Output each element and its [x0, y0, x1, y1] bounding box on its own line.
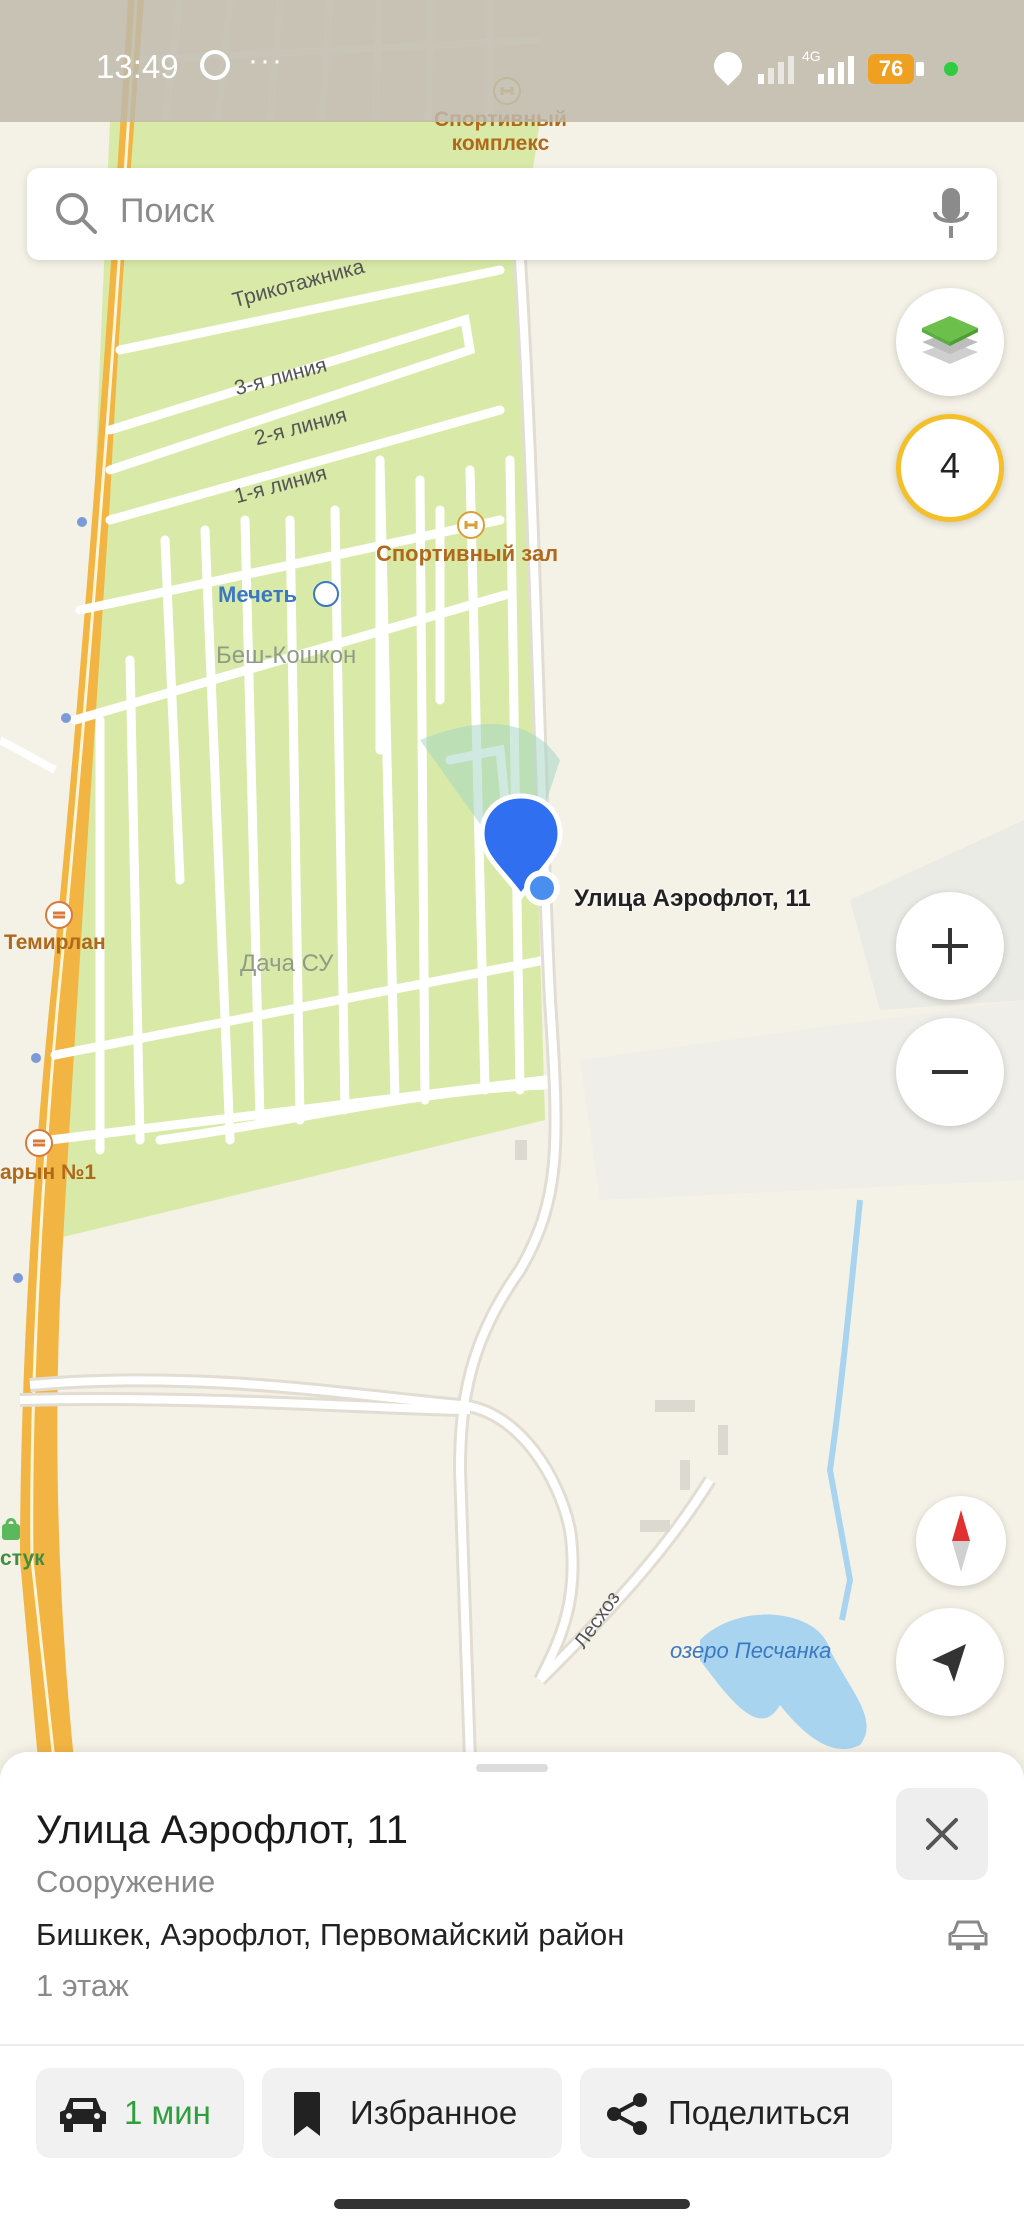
- place-category: Сооружение: [36, 1864, 216, 1899]
- traffic-level-button[interactable]: 4: [896, 414, 1004, 522]
- close-icon: [926, 1818, 958, 1850]
- microphone-icon[interactable]: [931, 186, 971, 242]
- search-icon: [56, 193, 97, 234]
- favorite-label: Избранное: [350, 2094, 518, 2131]
- zoom-out-button[interactable]: [896, 1018, 1004, 1126]
- gym-icon: [457, 511, 485, 539]
- battery-indicator: 76: [868, 54, 914, 84]
- restaurant-icon: [45, 901, 73, 929]
- search-input[interactable]: Поиск: [120, 192, 214, 231]
- location-status-icon: [708, 46, 748, 86]
- bookmark-icon: [294, 2092, 320, 2136]
- close-button[interactable]: [896, 1788, 988, 1880]
- status-time: 13:49: [96, 48, 179, 85]
- signal-icon: [818, 56, 854, 84]
- temirlan-label[interactable]: Темирлан: [4, 931, 106, 955]
- home-indicator[interactable]: [334, 2199, 690, 2209]
- battery-cap: [916, 62, 924, 76]
- lake-label[interactable]: озеро Песчанка: [670, 1638, 831, 1664]
- selected-pin-label[interactable]: Улица Аэрофлот, 11: [574, 885, 811, 913]
- minus-icon: [932, 1070, 968, 1074]
- compass-button[interactable]: [916, 1496, 1006, 1586]
- my-location-button[interactable]: [896, 1608, 1004, 1716]
- search-bar[interactable]: Поиск: [27, 168, 997, 260]
- restaurant-icon: [25, 1129, 53, 1157]
- favorite-button[interactable]: Избранное: [262, 2068, 562, 2158]
- navigation-arrow-icon: [932, 1644, 966, 1682]
- share-icon: [607, 2093, 647, 2135]
- sheet-drag-handle[interactable]: [476, 1764, 548, 1772]
- dacha-label: Дача СУ: [240, 950, 334, 977]
- mosque-icon: [313, 581, 339, 607]
- shop-icon: [2, 1518, 20, 1540]
- user-location-dot: [524, 870, 560, 906]
- district-label: Беш-Кошкон: [216, 642, 357, 669]
- plus-icon: [932, 928, 968, 964]
- rest-place-label[interactable]: арын №1: [0, 1161, 96, 1185]
- place-floors: 1 этаж: [36, 1968, 129, 2003]
- divider: [0, 2044, 1024, 2046]
- place-card[interactable]: Улица Аэрофлот, 11 Сооружение Бишкек, Аэ…: [0, 1752, 1024, 2225]
- shop-label[interactable]: стук: [0, 1547, 45, 1571]
- signal-icon: [758, 56, 794, 84]
- share-button[interactable]: Поделиться: [580, 2068, 892, 2158]
- gym-label[interactable]: Спортивный зал: [376, 541, 558, 567]
- route-time: 1 мин: [124, 2094, 211, 2131]
- more-notifications-icon: ···: [248, 44, 284, 77]
- whatsapp-icon: [200, 50, 230, 80]
- map-layers-button[interactable]: [896, 288, 1004, 396]
- route-button[interactable]: 1 мин: [36, 2068, 244, 2158]
- car-icon: [948, 1920, 988, 1950]
- layers-icon: [922, 316, 978, 364]
- compass-icon: [952, 1510, 970, 1572]
- place-title: Улица Аэрофлот, 11: [36, 1808, 408, 1852]
- place-address: Бишкек, Аэрофлот, Первомайский район: [36, 1917, 625, 1952]
- mosque-label[interactable]: Мечеть: [218, 582, 297, 608]
- car-icon: [60, 2098, 106, 2132]
- privacy-indicator-dot: [944, 62, 958, 76]
- status-bar: 13:49 ··· 4G 76: [0, 0, 1024, 122]
- zoom-in-button[interactable]: [896, 892, 1004, 1000]
- share-label: Поделиться: [668, 2094, 851, 2131]
- traffic-level-value: 4: [939, 445, 961, 486]
